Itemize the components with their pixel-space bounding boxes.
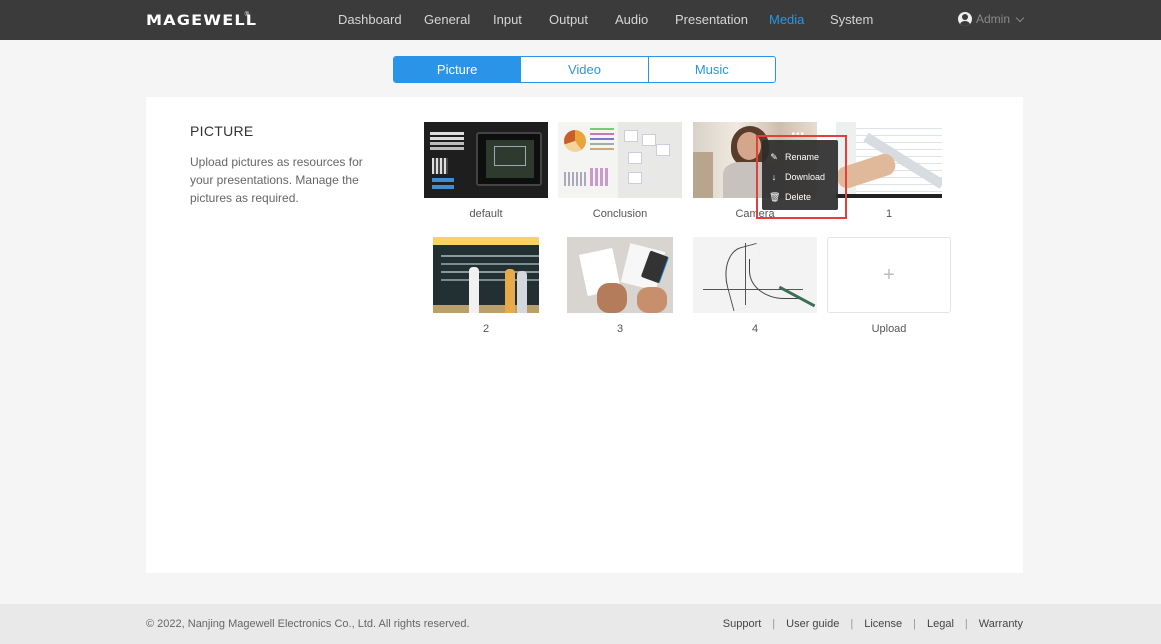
highlight-box <box>756 135 847 219</box>
footer-separator: | <box>850 618 854 630</box>
nav-item-general[interactable]: General <box>424 12 470 27</box>
user-menu[interactable]: Admin <box>958 12 1025 26</box>
picture-thumbnail[interactable] <box>424 122 548 198</box>
nav-item-dashboard[interactable]: Dashboard <box>338 12 402 27</box>
picture-thumbnail[interactable] <box>836 122 942 198</box>
picture-card-3: 3 <box>567 237 673 335</box>
picture-label: 2 <box>482 323 490 335</box>
footer-link-warranty[interactable]: Warranty <box>979 618 1023 630</box>
picture-label: 4 <box>751 323 759 335</box>
picture-card-default: default <box>424 122 548 220</box>
picture-thumbnail[interactable] <box>567 237 673 313</box>
upload-label: Upload <box>871 323 907 335</box>
footer-links: Support | User guide | License | Legal |… <box>723 618 1023 630</box>
picture-thumbnail[interactable] <box>433 237 539 313</box>
nav-item-input[interactable]: Input <box>493 12 522 27</box>
footer: © 2022, Nanjing Magewell Electronics Co.… <box>0 604 1161 644</box>
nav-item-audio[interactable]: Audio <box>615 12 648 27</box>
footer-link-legal[interactable]: Legal <box>927 618 954 630</box>
tab-music[interactable]: Music <box>649 57 775 82</box>
picture-label: 1 <box>885 208 893 220</box>
user-avatar-icon <box>958 12 972 26</box>
footer-separator: | <box>913 618 916 630</box>
chevron-down-icon <box>1015 13 1025 22</box>
section-title: PICTURE <box>190 123 254 139</box>
picture-label: Conclusion <box>592 208 648 220</box>
picture-thumbnail[interactable] <box>558 122 682 198</box>
nav-item-media[interactable]: Media <box>769 12 804 27</box>
picture-card-4: 4 <box>693 237 817 335</box>
footer-link-user-guide[interactable]: User guide <box>786 618 839 630</box>
picture-label: 3 <box>616 323 624 335</box>
copyright-text: © 2022, Nanjing Magewell Electronics Co.… <box>146 618 470 630</box>
picture-label: default <box>469 208 503 220</box>
footer-separator: | <box>964 618 968 630</box>
picture-card-2: 2 <box>433 237 539 335</box>
content-panel: PICTURE Upload pictures as resources for… <box>146 97 1023 573</box>
tab-picture[interactable]: Picture <box>394 57 522 82</box>
tab-video[interactable]: Video <box>521 57 649 82</box>
plus-icon: + <box>883 263 895 286</box>
media-tabs: Picture Video Music <box>393 56 776 83</box>
user-name: Admin <box>976 12 1011 26</box>
picture-card-conclusion: Conclusion <box>558 122 682 220</box>
upload-button[interactable]: + <box>827 237 951 313</box>
nav-item-system[interactable]: System <box>830 12 873 27</box>
top-nav-bar: MAGEWELL® Dashboard General Input Output… <box>0 0 1161 40</box>
footer-link-license[interactable]: License <box>864 618 902 630</box>
picture-thumbnail[interactable] <box>693 237 817 313</box>
picture-card-1: 1 <box>836 122 960 220</box>
nav-item-presentation[interactable]: Presentation <box>675 12 748 27</box>
section-description: Upload pictures as resources for your pr… <box>190 155 363 205</box>
footer-separator: | <box>772 618 776 630</box>
footer-link-support[interactable]: Support <box>723 618 762 630</box>
nav-item-output[interactable]: Output <box>549 12 588 27</box>
upload-card: + Upload <box>827 237 951 335</box>
